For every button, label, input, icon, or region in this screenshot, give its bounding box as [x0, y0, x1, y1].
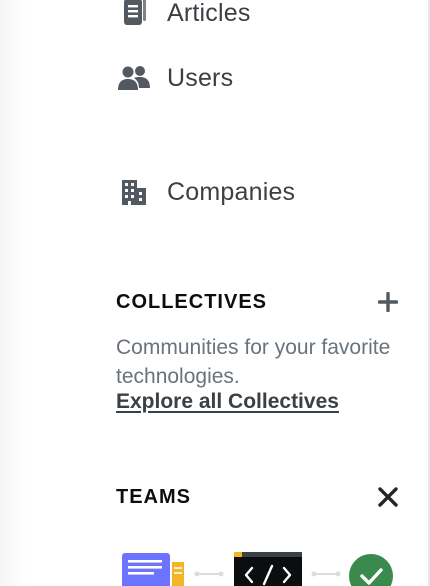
teams-title: TEAMS — [116, 485, 191, 508]
check-icon — [349, 554, 393, 586]
sidebar-shadow — [0, 0, 28, 586]
sidebar-item-label: Articles — [167, 0, 251, 27]
left-sidebar: Articles Users Companies COLLECTIVES Com… — [0, 0, 430, 586]
teams-header: TEAMS — [116, 481, 402, 513]
plus-icon[interactable] — [374, 288, 402, 316]
sidebar-item-companies[interactable]: Companies — [116, 172, 295, 212]
explore-collectives-link[interactable]: Explore all Collectives — [116, 390, 339, 414]
collectives-description: Communities for your favorite technologi… — [116, 336, 391, 388]
collectives-title: COLLECTIVES — [116, 290, 268, 313]
chat-icon — [122, 553, 184, 586]
building-icon — [116, 175, 151, 210]
sidebar-item-label: Companies — [167, 177, 296, 206]
sidebar-item-articles[interactable]: Articles — [116, 0, 251, 33]
article-icon — [116, 0, 151, 31]
sidebar-item-label: Users — [167, 63, 234, 92]
code-icon — [234, 552, 302, 586]
connector-line — [194, 571, 224, 577]
close-icon[interactable] — [374, 483, 402, 511]
teams-illustration — [122, 552, 393, 586]
collectives-header: COLLECTIVES — [116, 286, 402, 318]
connector-line — [311, 571, 341, 577]
sidebar-item-users[interactable]: Users — [116, 58, 233, 98]
users-icon — [116, 61, 151, 96]
